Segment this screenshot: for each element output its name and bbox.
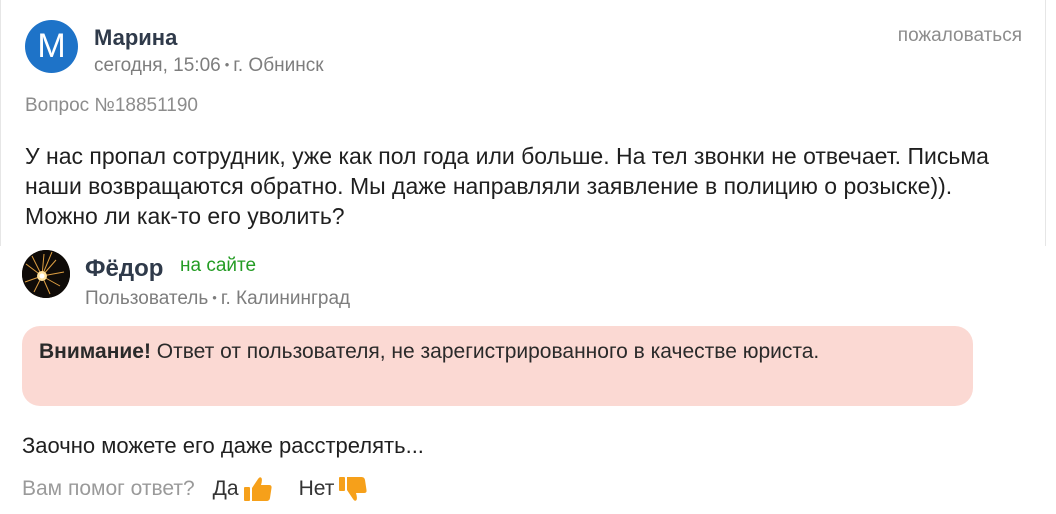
answer-text: Заочно можете его даже расстрелять... — [22, 433, 424, 458]
vote-no-button[interactable]: Нет — [299, 476, 369, 502]
author-role: Пользователь — [85, 288, 209, 309]
question-number: Вопрос №18851190 — [25, 95, 198, 116]
answer-author-avatar[interactable] — [22, 250, 70, 298]
warning-title: Внимание! — [39, 340, 151, 363]
question-text: У нас пропал сотрудник, уже как пол года… — [25, 143, 989, 229]
thumbs-down-icon — [339, 477, 367, 501]
warning-text: Ответ от пользователя, не зарегистрирова… — [150, 340, 820, 363]
online-status: на сайте — [180, 255, 257, 276]
separator-dot: • — [212, 290, 217, 305]
thumbs-up-icon — [243, 477, 272, 501]
question-meta: сегодня, 15:06 • г. Обнинск — [94, 55, 324, 77]
vote-yes-label: Да — [212, 477, 239, 500]
author-avatar[interactable]: М — [25, 20, 78, 73]
vote-yes-button[interactable]: Да — [213, 476, 273, 502]
answer-city: г. Калининград — [220, 288, 351, 309]
sparkler-image — [22, 250, 70, 298]
feedback-row: Вам помог ответ? Да Нет — [22, 476, 368, 502]
avatar-letter: М — [37, 27, 66, 65]
vote-no-label: Нет — [298, 477, 335, 500]
question-author-name[interactable]: Марина — [94, 25, 177, 51]
warning-banner: Внимание! Ответ от пользователя, не заре… — [22, 326, 973, 406]
answer-author-name[interactable]: Фёдор — [85, 255, 163, 283]
question-date: сегодня, 15:06 — [94, 55, 221, 76]
separator-dot: • — [224, 57, 230, 72]
report-link[interactable]: пожаловаться — [898, 25, 1022, 47]
question-city: г. Обнинск — [233, 55, 324, 76]
question-card: М Марина сегодня, 15:06 • г. Обнинск пожал… — [0, 0, 1046, 246]
answer-meta: Пользователь • г. Калининград — [85, 288, 350, 310]
feedback-question: Вам помог ответ? — [22, 477, 195, 500]
